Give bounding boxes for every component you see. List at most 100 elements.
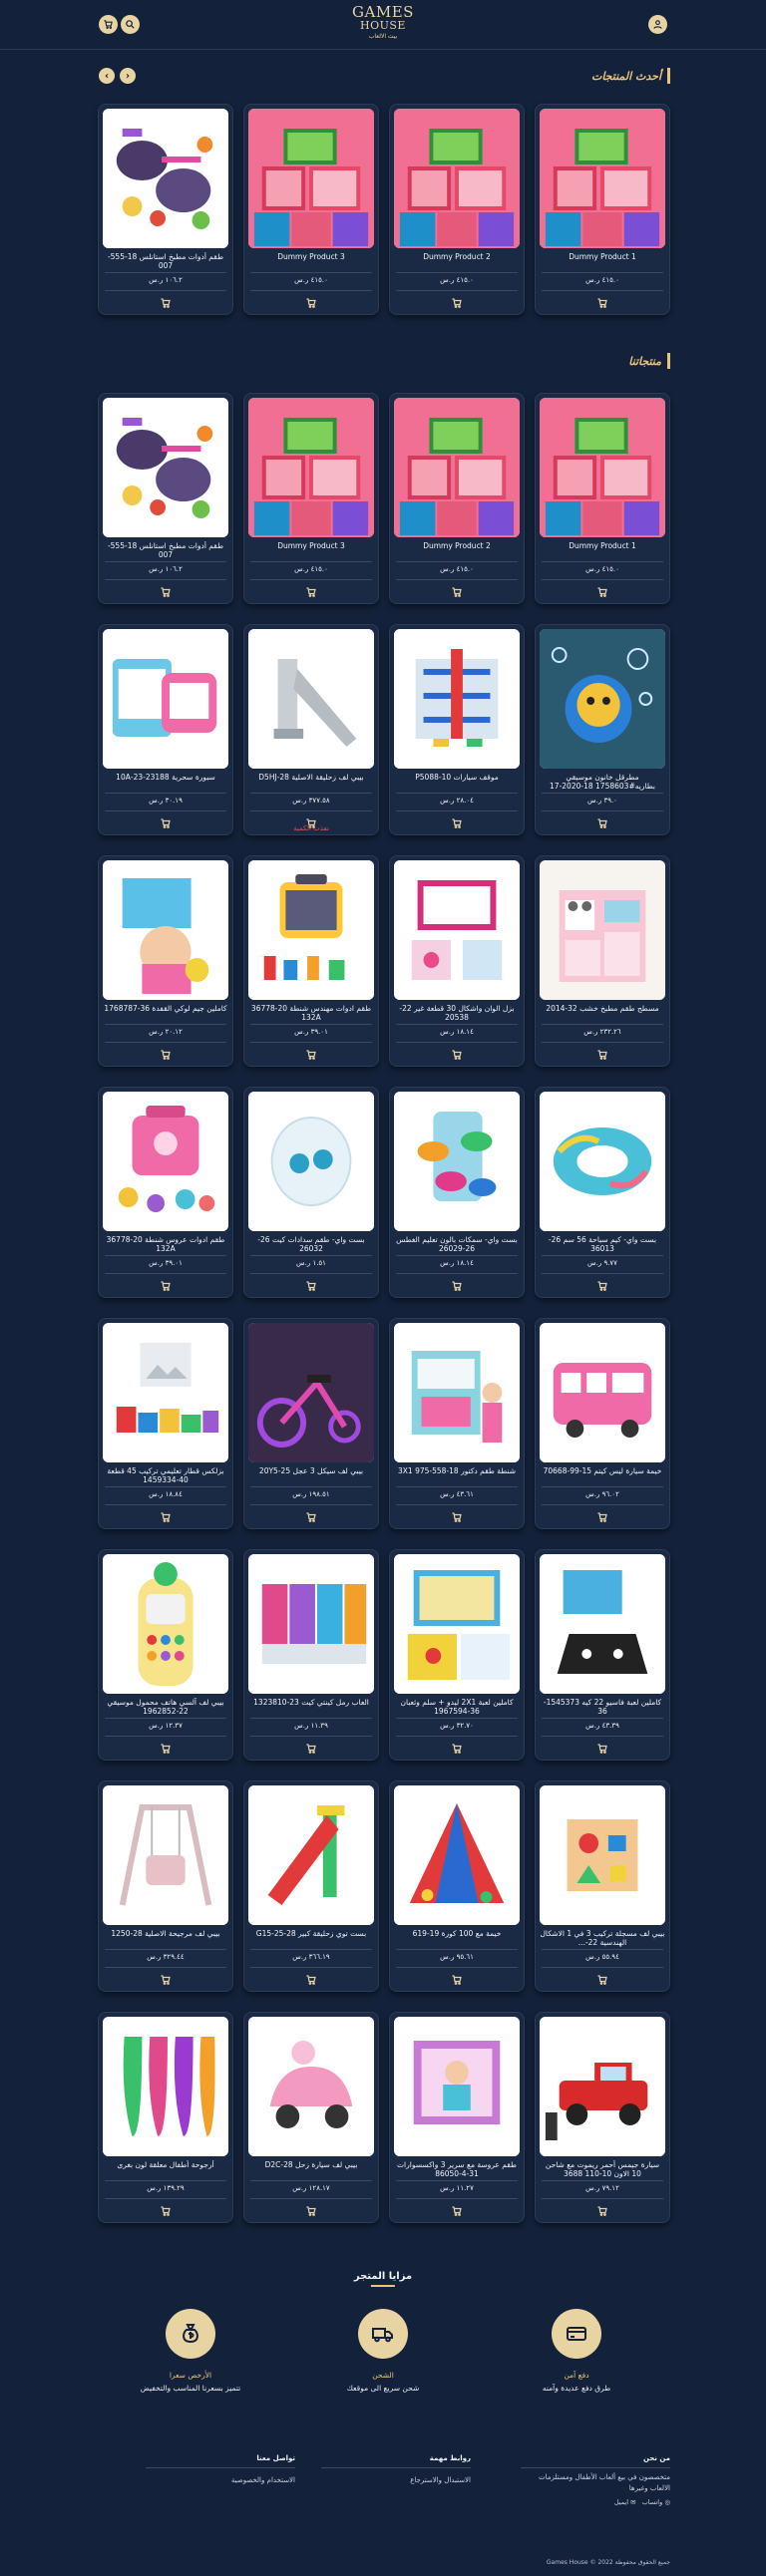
product-card[interactable]: Dummy Product 3 ٤١٥.٠ ر.س xyxy=(243,104,379,315)
footer-link-returns[interactable]: الاستبدال والاسترجاع xyxy=(321,2476,471,2484)
account-button[interactable] xyxy=(648,15,667,34)
footer-link-privacy[interactable]: الاستخدام والخصوصية xyxy=(146,2476,295,2484)
product-card[interactable]: بزل الوان واشكال 30 قطعة غير 22-20538 ١٨.… xyxy=(389,855,525,1067)
product-name[interactable]: طقم ادوات عروس شنطة 20-36778 132A xyxy=(103,1235,228,1253)
add-to-cart-button[interactable] xyxy=(160,2202,172,2216)
product-image[interactable] xyxy=(103,860,228,1000)
product-card[interactable]: بيبي لف آلسي هاتف محمول موسيقي 22-196285… xyxy=(98,1549,233,1761)
product-name[interactable]: بست واي- طقم سدادات كيت 26-26032 xyxy=(248,1235,374,1253)
product-card[interactable]: العاب رمل كينتي كيت 23-1323810 ١١.٣٩ ر.س xyxy=(243,1549,379,1761)
product-image[interactable] xyxy=(248,629,374,769)
product-name[interactable]: بست توي زحليقة كبير 28-G15-25 xyxy=(248,1929,374,1947)
product-image[interactable] xyxy=(540,1323,665,1462)
product-name[interactable]: Dummy Product 2 xyxy=(394,252,520,270)
product-name[interactable]: Dummy Product 1 xyxy=(540,252,665,270)
add-to-cart-button[interactable] xyxy=(160,814,172,828)
search-button[interactable] xyxy=(121,15,140,34)
product-card[interactable]: طقم ادوات عروس شنطة 20-36778 132A ٣٩.٠١ ر… xyxy=(98,1087,233,1298)
carousel-next-button[interactable]: › xyxy=(120,68,136,84)
product-card[interactable]: سيارة جيمس أحمر ريموت مع شاحن 10 الاون 1… xyxy=(535,2012,670,2223)
product-image[interactable] xyxy=(394,398,520,537)
product-card[interactable]: طقم أدوات مطبخ استانلس 18-555-007 ١٠٦.٢ ر… xyxy=(98,104,233,315)
product-card[interactable]: Dummy Product 1 ٤١٥.٠ ر.س xyxy=(535,104,670,315)
product-card[interactable]: مطرقل خانون موسيقي بطاريه#1758603 18-202… xyxy=(535,624,670,835)
product-image[interactable] xyxy=(540,1554,665,1694)
product-image[interactable] xyxy=(540,109,665,248)
add-to-cart-button[interactable] xyxy=(160,294,172,308)
product-image[interactable] xyxy=(394,109,520,248)
product-image[interactable] xyxy=(540,1092,665,1231)
product-image[interactable] xyxy=(394,1785,520,1925)
product-name[interactable]: بيبي لف زحليقة الاصلية 28-D5HJ xyxy=(248,773,374,791)
product-image[interactable] xyxy=(103,398,228,537)
add-to-cart-button[interactable] xyxy=(305,1277,317,1291)
add-to-cart-button[interactable] xyxy=(160,1277,172,1291)
add-to-cart-button[interactable] xyxy=(596,1508,608,1522)
product-name[interactable]: بزلكس قطار تعليمي تركيب 45 قطعة 40-14593… xyxy=(103,1466,228,1484)
add-to-cart-button[interactable] xyxy=(451,1740,463,1754)
product-card[interactable]: أرجوحة أطفال معلقة لون بغرى ١٣٩.٢٩ ر.س xyxy=(98,2012,233,2223)
product-card[interactable]: خيمة سيارة ليس كيتم 15-99-70668 ٩٦.٠٢ ر.س xyxy=(535,1318,670,1529)
product-image[interactable] xyxy=(248,1323,374,1462)
product-name[interactable]: بيبي لف سيكل 3 عجل 25-20Y5 xyxy=(248,1466,374,1484)
product-card[interactable]: كاملين جيم لوكي القفدة 36-1768787 ٢٠.١٢ ر… xyxy=(98,855,233,1067)
add-to-cart-button[interactable] xyxy=(596,1971,608,1985)
product-image[interactable] xyxy=(248,1785,374,1925)
add-to-cart-button[interactable] xyxy=(305,1971,317,1985)
product-image[interactable] xyxy=(103,1323,228,1462)
product-name[interactable]: كاملين لعبة فاسيو 22 كيه 1545373-36 xyxy=(540,1698,665,1716)
product-card[interactable]: بيبي لف سيكل 3 عجل 25-20Y5 ١٩٨.٥١ ر.س xyxy=(243,1318,379,1529)
product-name[interactable]: كاملين جيم لوكي القفدة 36-1768787 xyxy=(103,1004,228,1022)
add-to-cart-button[interactable] xyxy=(451,2202,463,2216)
product-card[interactable]: سبورة سحرية 23188-23-10A ٣٠.١٩ ر.س xyxy=(98,624,233,835)
product-name[interactable]: أرجوحة أطفال معلقة لون بغرى xyxy=(103,2160,228,2178)
add-to-cart-button[interactable] xyxy=(451,1971,463,1985)
product-card[interactable]: بيبي لف سيارة زحل 28-D2C ١٢٨.١٧ ر.س xyxy=(243,2012,379,2223)
product-name[interactable]: طقم عروسة مع سرير 3 واكسسوارات 31-4-8605… xyxy=(394,2160,520,2178)
product-image[interactable] xyxy=(103,629,228,769)
product-name[interactable]: Dummy Product 1 xyxy=(540,541,665,559)
product-card[interactable]: طقم عروسة مع سرير 3 واكسسوارات 31-4-8605… xyxy=(389,2012,525,2223)
whatsapp-link[interactable]: ◎ واتساب xyxy=(642,2498,670,2506)
product-name[interactable]: العاب رمل كينتي كيت 23-1323810 xyxy=(248,1698,374,1716)
add-to-cart-button[interactable] xyxy=(451,583,463,597)
add-to-cart-button[interactable] xyxy=(596,1740,608,1754)
product-card[interactable]: Dummy Product 2 ٤١٥.٠ ر.س xyxy=(389,393,525,604)
add-to-cart-button[interactable] xyxy=(596,583,608,597)
product-name[interactable]: مسطح طقم مطبخ خشب 32-2014 xyxy=(540,1004,665,1022)
product-card[interactable]: مسطح طقم مطبخ خشب 32-2014 ٢٣٢.٢٦ ر.س xyxy=(535,855,670,1067)
product-name[interactable]: Dummy Product 3 xyxy=(248,541,374,559)
product-name[interactable]: بيبي لف مرجيحة الاصلية 28-1250 xyxy=(103,1929,228,1947)
product-image[interactable] xyxy=(540,2017,665,2156)
product-name[interactable]: كاملين لعبة 2X1 ليدو + سلم وثعبان 36-196… xyxy=(394,1698,520,1716)
product-image[interactable] xyxy=(394,1323,520,1462)
add-to-cart-button[interactable] xyxy=(596,2202,608,2216)
add-to-cart-button[interactable] xyxy=(451,294,463,308)
add-to-cart-button[interactable] xyxy=(305,1508,317,1522)
product-image[interactable] xyxy=(248,398,374,537)
add-to-cart-button[interactable] xyxy=(305,294,317,308)
product-name[interactable]: مطرقل خانون موسيقي بطاريه#1758603 18-202… xyxy=(540,773,665,791)
product-card[interactable]: بست واي- سمكات بالون تعليم الغطس 26-2602… xyxy=(389,1087,525,1298)
product-card[interactable]: Dummy Product 1 ٤١٥.٠ ر.س xyxy=(535,393,670,604)
add-to-cart-button[interactable] xyxy=(160,1740,172,1754)
add-to-cart-button[interactable] xyxy=(596,1046,608,1060)
product-image[interactable] xyxy=(248,860,374,1000)
product-name[interactable]: طقم أدوات مطبخ استانلس 18-555-007 xyxy=(103,541,228,559)
product-name[interactable]: خيمة مع 100 كورة 19-619 xyxy=(394,1929,520,1947)
product-name[interactable]: سيارة جيمس أحمر ريموت مع شاحن 10 الاون 1… xyxy=(540,2160,665,2178)
add-to-cart-button[interactable] xyxy=(305,1046,317,1060)
product-image[interactable] xyxy=(248,1554,374,1694)
product-name[interactable]: سبورة سحرية 23188-23-10A xyxy=(103,773,228,791)
add-to-cart-button[interactable] xyxy=(160,1046,172,1060)
product-card[interactable]: Dummy Product 2 ٤١٥.٠ ر.س xyxy=(389,104,525,315)
add-to-cart-button[interactable] xyxy=(451,1508,463,1522)
product-name[interactable]: بيبي لف آلسي هاتف محمول موسيقي 22-196285… xyxy=(103,1698,228,1716)
add-to-cart-button[interactable] xyxy=(596,294,608,308)
product-image[interactable] xyxy=(248,1092,374,1231)
product-card[interactable]: كاملين لعبة فاسيو 22 كيه 1545373-36 ٤٣.٣٩… xyxy=(535,1549,670,1761)
product-name[interactable]: شنطة طقم دكتور 18-558-975 3X1 xyxy=(394,1466,520,1484)
product-image[interactable] xyxy=(540,1785,665,1925)
product-image[interactable] xyxy=(394,1554,520,1694)
add-to-cart-button[interactable] xyxy=(160,1508,172,1522)
